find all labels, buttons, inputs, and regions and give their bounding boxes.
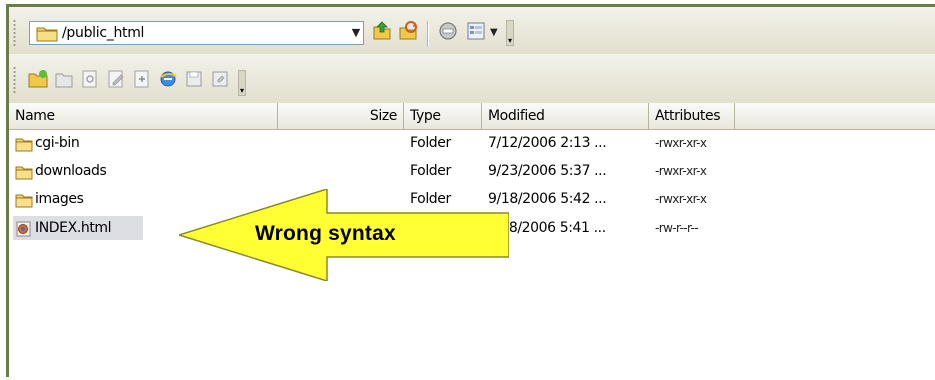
file-modified: /18/2006 5:41 ... [496, 220, 606, 236]
column-header-modified[interactable]: Modified [482, 103, 649, 129]
file-name: cgi-bin [35, 135, 80, 151]
file-name-cell[interactable]: images [15, 186, 84, 212]
toolbar-grip[interactable] [13, 19, 16, 47]
go-up-icon[interactable] [371, 20, 393, 42]
current-path: /public_html [62, 25, 145, 41]
column-header-name[interactable]: Name [9, 103, 278, 129]
file-type: Folder [410, 135, 451, 151]
file-name-cell[interactable]: cgi-bin [15, 130, 80, 156]
callout-label: Wrong syntax [255, 222, 396, 245]
edit-icon[interactable] [105, 68, 127, 90]
toolbar-overflow-button[interactable]: ▾ [506, 20, 514, 46]
stop-icon[interactable] [437, 20, 459, 42]
file-name: INDEX.html [35, 220, 112, 236]
toolbar-overflow-button[interactable]: ▾ [238, 70, 246, 96]
file-row[interactable]: downloads Folder 9/23/2006 5:37 ... -rwxr-x… [9, 158, 935, 184]
folder-icon [15, 163, 33, 180]
html-file-icon [15, 220, 33, 237]
refresh-icon[interactable] [397, 20, 419, 42]
delete-icon[interactable] [53, 68, 75, 90]
save-as-icon[interactable] [209, 68, 231, 90]
file-modified: 9/23/2006 5:37 ... [488, 163, 607, 179]
file-name-cell[interactable]: downloads [15, 158, 107, 184]
path-dropdown-arrow[interactable]: ▼ [351, 22, 361, 44]
view-mode-dropdown-arrow[interactable]: ▼ [490, 27, 498, 38]
file-type: Folder [410, 163, 451, 179]
column-header-type[interactable]: Type [404, 103, 482, 129]
action-toolbar: ▾ [9, 54, 935, 103]
file-name-cell[interactable]: INDEX.html [15, 215, 112, 241]
folder-icon [15, 191, 33, 208]
toolbar-separator [427, 21, 428, 47]
folder-icon [15, 135, 33, 152]
file-attributes: -rwxr-xr-x [655, 192, 707, 206]
file-manager-window: /public_html ▼ ▼ ▾ ▾ Name Size Type Modi… [6, 4, 935, 380]
view-icon[interactable] [79, 68, 101, 90]
file-modified: 7/12/2006 2:13 ... [488, 135, 607, 151]
file-attributes: -rwxr-xr-x [655, 136, 707, 150]
file-name: downloads [35, 163, 107, 179]
file-name: images [35, 191, 84, 207]
path-combobox[interactable]: /public_html [29, 21, 364, 45]
toolbar-grip[interactable] [13, 66, 16, 94]
column-header-attributes[interactable]: Attributes [649, 103, 735, 129]
column-header-size[interactable]: Size [278, 103, 404, 129]
browser-icon[interactable] [157, 68, 179, 90]
path-toolbar: /public_html ▼ ▼ ▾ [9, 7, 935, 55]
file-attributes: -rw-r--r-- [655, 221, 699, 235]
file-row[interactable]: cgi-bin Folder 7/12/2006 2:13 ... -rwxr-xr-… [9, 130, 935, 156]
folder-icon [36, 27, 58, 42]
new-folder-icon[interactable] [27, 68, 49, 90]
column-header-row: Name Size Type Modified Attributes [9, 103, 935, 130]
properties-icon[interactable] [131, 68, 153, 90]
view-mode-icon[interactable] [465, 20, 487, 42]
save-icon[interactable] [183, 68, 205, 90]
file-attributes: -rwxr-xr-x [655, 164, 707, 178]
